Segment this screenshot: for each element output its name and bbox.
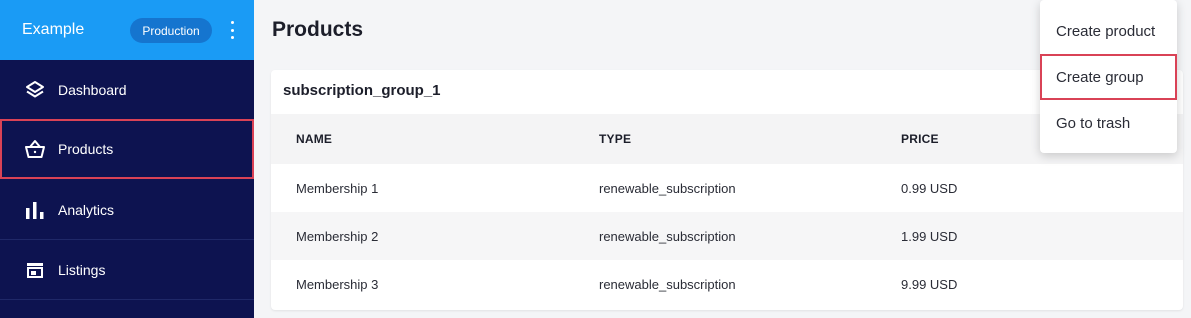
column-header-price: PRICE [901,132,939,146]
column-header-type: TYPE [599,132,632,146]
product-name: Membership 1 [296,180,379,196]
product-price: 1.99 USD [901,228,958,244]
table-row[interactable]: Membership 2 renewable_subscription 1.99… [271,212,1183,260]
product-type: renewable_subscription [599,276,736,292]
sidebar-item-listings[interactable]: Listings [0,240,254,300]
bar-chart-icon [24,199,46,221]
product-type: renewable_subscription [599,180,736,196]
environment-badge[interactable]: Production [130,18,212,43]
sidebar-item-analytics[interactable]: Analytics [0,180,254,240]
table-row[interactable]: Membership 3 renewable_subscription 9.99… [271,260,1183,308]
sidebar-item-dashboard[interactable]: Dashboard [0,60,254,120]
sidebar-item-label: Listings [58,261,106,278]
product-price: 0.99 USD [901,180,958,196]
menu-item-go-to-trash[interactable]: Go to trash [1040,100,1177,146]
page-title: Products [272,18,364,41]
sidebar-item-label: Analytics [58,201,115,218]
more-options-icon[interactable] [228,21,236,39]
group-title[interactable]: subscription_group_1 [283,82,441,99]
product-name: Membership 2 [296,228,379,244]
sidebar: Example Production Dashboard Products An… [0,0,254,318]
sidebar-item-products[interactable]: Products [0,119,254,179]
storefront-icon [24,259,46,281]
sidebar-item-label: Products [58,141,114,157]
table-row[interactable]: Membership 1 renewable_subscription 0.99… [271,164,1183,212]
actions-menu: Create product Create group Go to trash [1040,0,1177,153]
column-header-name: NAME [296,132,333,146]
menu-item-create-group[interactable]: Create group [1040,54,1177,100]
menu-item-create-product[interactable]: Create product [1040,8,1177,54]
product-name: Membership 3 [296,276,379,292]
sidebar-item-label: Dashboard [58,81,127,98]
app-name[interactable]: Example [22,21,84,39]
product-type: renewable_subscription [599,228,736,244]
product-price: 9.99 USD [901,276,958,292]
layers-icon [24,79,46,101]
basket-icon [24,138,46,160]
sidebar-header: Example Production [0,0,254,60]
